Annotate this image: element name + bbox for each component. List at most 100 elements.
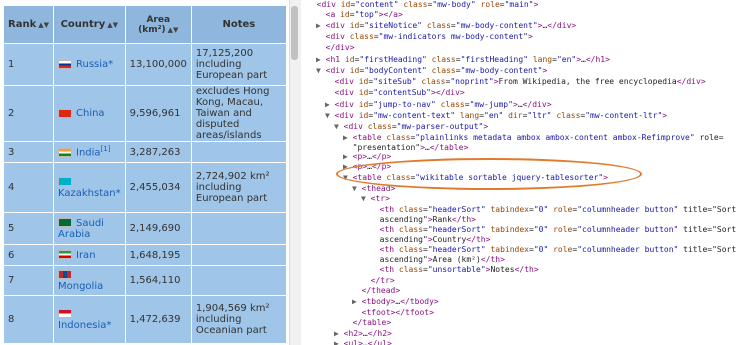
header-notes: Notes [190,5,287,44]
country-cell: Russia* [53,43,126,86]
dom-node-line[interactable]: <th class="headerSort" tabindex="0" role… [370,205,737,214]
header-area[interactable]: Area (km²) ▲▼ [124,5,192,44]
dom-node-text: <tfoot></tfoot> [361,308,434,317]
expand-arrow-icon[interactable]: ▼ [325,111,335,120]
area-cell: 2,455,034 [124,162,192,213]
dom-node-line[interactable]: </tr> [361,276,395,285]
dom-node-text: <ul>…</ul> [343,339,392,345]
dom-node-line[interactable]: ascending">Rank</th> [370,215,476,224]
no-arrow [352,308,362,317]
area-cell: 1,648,195 [124,244,192,266]
dom-node-line[interactable]: ▼ <table class="wikitable sortable jquer… [343,173,608,182]
dom-node-line[interactable]: ▶ <div id="jump-to-nav" class="mw-jump">… [325,100,552,109]
dom-node-text: <h1 id="firstHeading" class="firstHeadin… [325,55,610,64]
dom-node-line[interactable]: ascending">Country</th> [370,235,491,244]
dom-node-line[interactable]: </table> [343,318,392,327]
country-cell: Indonesia* [53,295,126,344]
notes-cell: 17,125,200 including European part [190,43,287,86]
expand-arrow-icon[interactable]: ▶ [352,297,362,306]
country-link[interactable]: India [76,148,101,159]
country-link[interactable]: Kazakhstan [58,188,116,199]
country-link[interactable]: Iran [76,250,96,261]
no-arrow [370,265,380,274]
dom-node-line[interactable]: "presentation">…</table> [343,143,469,152]
header-country[interactable]: Country ▲▼ [53,5,126,44]
dom-node-text: <div id="jump-to-nav" class="mw-jump">…<… [334,100,552,109]
country-link[interactable]: Russia [76,59,108,70]
expand-arrow-icon[interactable]: ▶ [334,329,344,338]
dom-node-text: ascending">Country</th> [379,235,491,244]
dom-node-line[interactable]: ▶ <p>…</p> [343,162,391,171]
country-suffix: * [108,59,114,70]
notes-cell [190,212,287,245]
table-row: 7 Mongolia 1,564,110 [3,265,287,296]
country-suffix: * [106,319,112,331]
expand-arrow-icon[interactable]: ▶ [316,55,326,64]
dom-node-line[interactable]: <tfoot></tfoot> [352,308,434,317]
dom-node-line[interactable]: ▼ <div id="mw-content-text" lang="en" di… [325,111,667,120]
dom-node-line[interactable]: <th class="headerSort" tabindex="0" role… [370,225,737,234]
iran-flag-icon [58,250,72,259]
table-row: 4 Kazakhstan* 2,455,034 2,724,902 km² inclu… [3,162,287,213]
expand-arrow-icon[interactable]: ▶ [343,162,353,171]
no-arrow [343,143,353,152]
expand-arrow-icon[interactable]: ▼ [361,194,371,203]
dom-node-text: ascending">Rank</th> [379,215,476,224]
expand-arrow-icon[interactable]: ▼ [316,66,326,75]
table-row: 8 Indonesia* 1,472,639 1,904,569 km² includ… [3,295,287,344]
dom-node-line[interactable]: <div class="mw-indicators mw-body-conten… [316,32,533,41]
dom-node-line[interactable]: ascending">Area (km²)</th> [370,255,505,264]
dom-node-line[interactable]: <div id="contentSub"></div> [325,88,465,97]
expand-arrow-icon[interactable]: ▶ [316,21,326,30]
country-link[interactable]: Indonesia [58,320,106,331]
mongolia-flag-icon [58,270,72,279]
dom-node-line[interactable]: ▶ <ul>…</ul> [334,339,392,345]
rank-cell: 3 [3,141,54,163]
rank-cell: 5 [3,212,54,245]
dom-node-text: <th class="headerSort" tabindex="0" role… [379,225,737,234]
header-rank[interactable]: Rank ▲▼ [3,5,54,44]
dom-node-line[interactable]: ▼ <div id="bodyContent" class="mw-body-c… [316,66,547,75]
dom-node-line[interactable]: </thead> [352,286,401,295]
dom-node-line[interactable]: ▶ <p>…</p> [343,152,391,161]
dom-node-line[interactable]: <a id="top"></a> [316,10,403,19]
country-link[interactable]: Mongolia [58,281,103,292]
expand-arrow-icon[interactable]: ▶ [343,133,353,142]
left-scrollbar-thumb[interactable] [291,6,298,60]
dom-node-line[interactable]: <div id="content" class="mw-body" role="… [307,0,539,9]
expand-arrow-icon[interactable]: ▶ [334,339,344,345]
country-cell: Iran [53,244,126,266]
dom-node-line[interactable]: <div id="siteSub" class="noprint">From W… [325,77,706,86]
dom-node-line[interactable]: ▶ <table class="plainlinks metadata ambo… [343,133,724,142]
dom-node-line[interactable]: <th class="headerSort" tabindex="0" role… [370,245,737,254]
dom-node-text: </table> [352,318,392,327]
dom-node-text: <div id="siteSub" class="noprint">From W… [334,77,706,86]
dom-node-line[interactable]: ▼ <div class="mw-parser-output"> [334,122,488,131]
dom-node-text: <a id="top"></a> [325,10,403,19]
expand-arrow-icon[interactable]: ▶ [325,100,335,109]
country-cell: Kazakhstan* [53,162,126,213]
expand-arrow-icon[interactable]: ▼ [343,173,353,182]
rank-cell: 4 [3,162,54,213]
rank-cell: 8 [3,295,54,344]
expand-arrow-icon[interactable]: ▶ [343,152,353,161]
dom-node-line[interactable]: ▶ <h2>…</h2> [334,329,392,338]
dom-node-text: "presentation">…</table> [352,143,469,152]
dom-node-line[interactable]: <th class="unsortable">Notes</th> [370,265,539,274]
no-arrow [316,10,326,19]
dom-node-line[interactable]: ▶ <div id="siteNotice" class="mw-body-co… [316,21,576,30]
expand-arrow-icon[interactable]: ▼ [352,184,362,193]
dom-node-line[interactable]: ▼ <thead> [352,184,395,193]
dom-node-line[interactable]: ▶ <tbody>…</tbody> [352,297,439,306]
dom-node-text: </thead> [361,286,401,295]
country-cell: Saudi Arabia [53,212,126,245]
dom-node-line[interactable]: ▼ <tr> [361,194,390,203]
dom-node-text: <th class="unsortable">Notes</th> [379,265,539,274]
dom-node-line[interactable]: ▶ <h1 id="firstHeading" class="firstHead… [316,55,610,64]
table-row: 1 Russia* 13,100,000 17,125,200 including E… [3,43,287,86]
notes-cell: 2,724,902 km² including European part [190,162,287,213]
expand-arrow-icon[interactable]: ▼ [334,122,344,131]
country-link[interactable]: China [76,108,105,119]
dom-node-line[interactable]: </div> [316,43,355,52]
dom-node-text: <div id="contentSub"></div> [334,88,465,97]
